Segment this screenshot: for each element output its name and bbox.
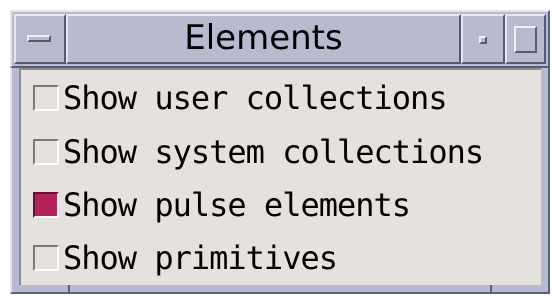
option-label: Show pulse elements [63, 186, 411, 224]
window-title[interactable]: Elements [66, 14, 461, 64]
frame-corner-divider [490, 285, 492, 294]
checkbox[interactable] [33, 85, 59, 111]
window-menu-icon [27, 35, 51, 42]
show-user-collections-option[interactable]: Show user collections [33, 78, 448, 118]
checkbox[interactable] [33, 245, 59, 271]
checkbox[interactable] [33, 139, 59, 165]
window-frame-left[interactable] [10, 68, 19, 290]
window-frame-bottom[interactable] [10, 285, 550, 294]
show-primitives-option[interactable]: Show primitives [33, 238, 338, 278]
maximize-icon [514, 26, 537, 53]
window-frame-right[interactable] [541, 68, 550, 290]
show-pulse-elements-option[interactable]: Show pulse elements [33, 185, 411, 225]
frame-corner-divider [68, 285, 70, 294]
option-label: Show user collections [63, 79, 448, 117]
title-bar[interactable]: Elements [10, 10, 550, 68]
option-label: Show system collections [63, 133, 484, 171]
option-label: Show primitives [63, 239, 338, 277]
checkbox[interactable] [33, 192, 59, 218]
window-menu-button[interactable] [14, 14, 66, 64]
elements-window: Elements Show user collections Show syst… [0, 0, 553, 297]
minimize-icon [479, 36, 487, 44]
maximize-button[interactable] [505, 14, 546, 64]
options-panel: Show user collections Show system collec… [19, 68, 541, 285]
minimize-button[interactable] [461, 14, 505, 64]
show-system-collections-option[interactable]: Show system collections [33, 132, 484, 172]
